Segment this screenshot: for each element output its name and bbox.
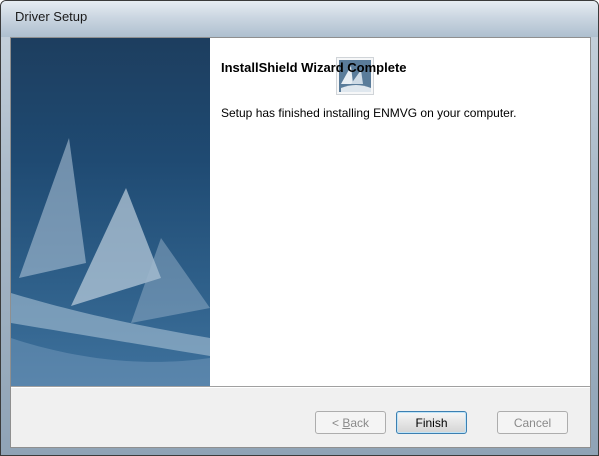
wizard-heading: InstallShield Wizard Complete	[221, 60, 407, 75]
completion-message: Setup has finished installing ENMVG on y…	[221, 106, 517, 120]
finish-button[interactable]: Finish	[396, 411, 467, 434]
back-button[interactable]: < Back	[315, 411, 386, 434]
title-bar[interactable]: Driver Setup	[1, 1, 598, 37]
window-title: Driver Setup	[15, 9, 88, 24]
sail-graphic	[11, 138, 210, 386]
back-prefix: <	[331, 416, 343, 430]
back-label-rest: ack	[350, 416, 370, 430]
wizard-dialog-body: InstallShield Wizard Complete Setup has …	[10, 37, 591, 448]
wizard-side-banner	[11, 38, 210, 386]
driver-setup-window: Driver Setup InstallShield Wizard Comple…	[0, 0, 599, 456]
wizard-content-panel: InstallShield Wizard Complete Setup has …	[210, 38, 590, 386]
cancel-button[interactable]: Cancel	[497, 411, 568, 434]
button-area-divider	[11, 386, 590, 388]
